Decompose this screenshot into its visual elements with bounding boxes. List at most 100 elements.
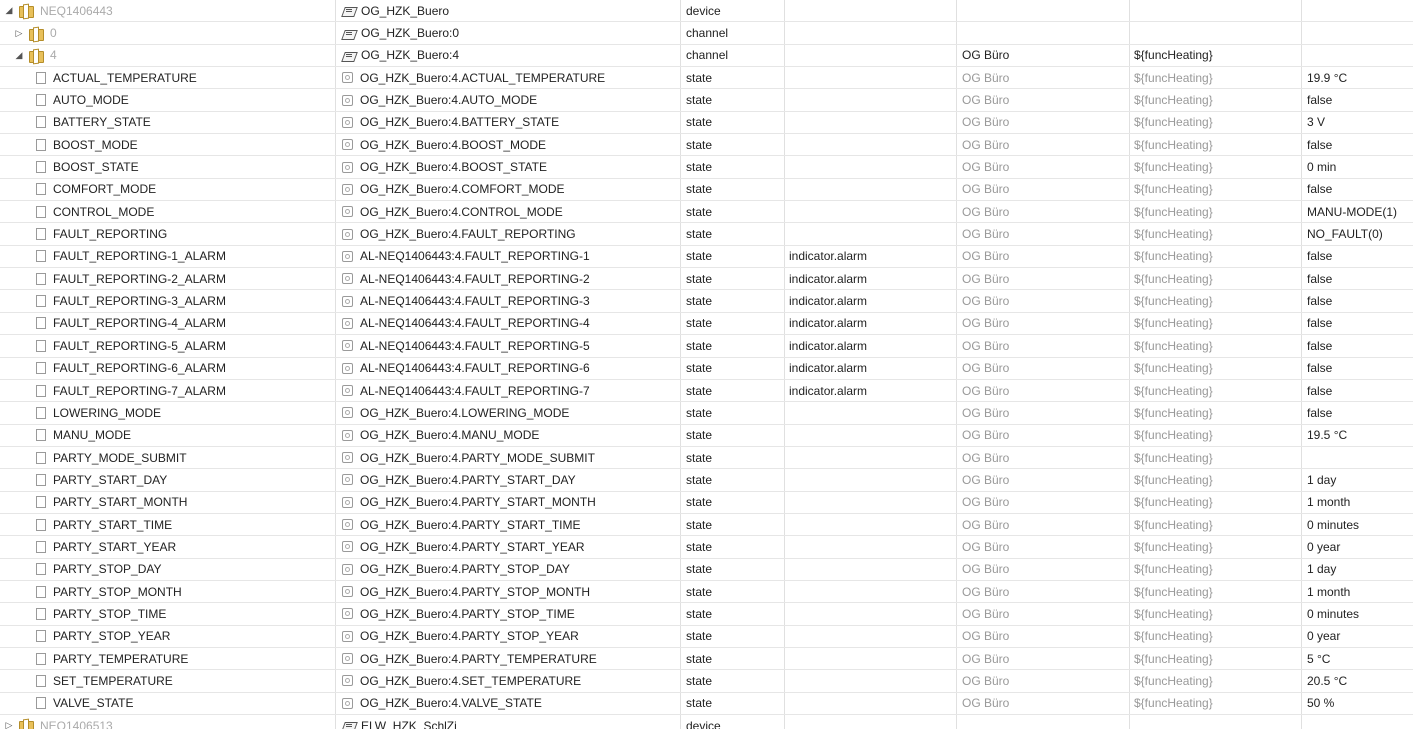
table-row[interactable]: ◢ 4 OG_HZK_Buero:4 channel OG Büro ${funcHeat… — [0, 44, 1413, 68]
room-cell-text: OG Büro — [962, 517, 1010, 532]
table-row[interactable]: FAULT_REPORTING-4_ALARM AL-NEQ1406443:4.F… — [0, 312, 1413, 336]
function-cell-text: ${funcHeating} — [1134, 562, 1213, 577]
table-row[interactable]: FAULT_REPORTING-7_ALARM AL-NEQ1406443:4.F… — [0, 379, 1413, 403]
table-row[interactable]: FAULT_REPORTING-6_ALARM AL-NEQ1406443:4.F… — [0, 357, 1413, 380]
id-cell: OG_HZK_Buero — [336, 0, 681, 22]
room-cell-text: OG Büro — [962, 383, 1010, 398]
type-cell: device — [681, 715, 785, 729]
table-row[interactable]: PARTY_STOP_DAY OG_HZK_Buero:4.PARTY_STOP_… — [0, 558, 1413, 581]
name-cell: ▷ NEQ1406513 — [0, 715, 336, 729]
role-cell — [785, 22, 957, 44]
collapse-icon[interactable]: ◢ — [14, 50, 24, 61]
state-icon — [342, 228, 353, 240]
table-row[interactable]: BATTERY_STATE OG_HZK_Buero:4.BATTERY_STAT… — [0, 111, 1413, 135]
table-row[interactable]: PARTY_START_YEAR OG_HZK_Buero:4.PARTY_STA… — [0, 536, 1413, 559]
object-name: FAULT_REPORTING-6_ALARM — [53, 361, 226, 376]
role-cell — [785, 536, 957, 558]
table-row[interactable]: MANU_MODE OG_HZK_Buero:4.MANU_MODE state OG… — [0, 424, 1413, 447]
role-cell-text: indicator.alarm — [789, 271, 868, 286]
role-cell: indicator.alarm — [785, 245, 957, 268]
name-cell: PARTY_TEMPERATURE — [0, 647, 336, 670]
room-cell: OG Büro — [957, 268, 1130, 290]
table-row[interactable]: PARTY_START_DAY OG_HZK_Buero:4.PARTY_STAR… — [0, 469, 1413, 492]
table-row[interactable]: FAULT_REPORTING-5_ALARM AL-NEQ1406443:4.F… — [0, 335, 1413, 358]
room-cell: OG Büro — [957, 580, 1130, 603]
object-name: FAULT_REPORTING-7_ALARM — [53, 383, 226, 398]
table-row[interactable]: AUTO_MODE OG_HZK_Buero:4.AUTO_MODE state OG… — [0, 89, 1413, 112]
object-id: OG_HZK_Buero:4.SET_TEMPERATURE — [360, 673, 582, 688]
value-cell: 1 day — [1302, 559, 1413, 580]
function-cell-text: ${funcHeating} — [1134, 651, 1213, 666]
id-cell: OG_HZK_Buero:4.PARTY_MODE_SUBMIT — [336, 446, 681, 469]
role-cell — [785, 424, 957, 446]
room-cell-text: OG Büro — [962, 450, 1010, 465]
table-row[interactable]: VALVE_STATE OG_HZK_Buero:4.VALVE_STATE sta… — [0, 692, 1413, 715]
table-row[interactable]: FAULT_REPORTING-3_ALARM AL-NEQ1406443:4.F… — [0, 290, 1413, 313]
table-row[interactable]: PARTY_TEMPERATURE OG_HZK_Buero:4.PARTY_TE… — [0, 647, 1413, 671]
value-cell-text: 3 V — [1307, 115, 1326, 130]
table-row[interactable]: ◢ NEQ1406443 OG_HZK_Buero device — [0, 0, 1413, 23]
file-icon — [36, 674, 46, 687]
value-cell-text: 0 year — [1307, 539, 1341, 554]
object-name: PARTY_MODE_SUBMIT — [53, 450, 187, 465]
role-cell — [785, 513, 957, 536]
table-row[interactable]: FAULT_REPORTING-2_ALARM AL-NEQ1406443:4.F… — [0, 268, 1413, 291]
type-cell: state — [681, 446, 785, 469]
file-icon — [36, 183, 46, 196]
state-icon — [342, 519, 353, 531]
table-row[interactable]: PARTY_STOP_YEAR OG_HZK_Buero:4.PARTY_STOP… — [0, 625, 1413, 648]
type-cell: state — [681, 513, 785, 536]
value-cell-text: false — [1307, 338, 1333, 353]
table-row[interactable]: BOOST_STATE OG_HZK_Buero:4.BOOST_STATE sta… — [0, 156, 1413, 179]
role-cell-text: indicator.alarm — [789, 383, 868, 398]
id-cell: OG_HZK_Buero:4.BOOST_MODE — [336, 134, 681, 156]
object-name: MANU_MODE — [53, 428, 132, 443]
value-cell-text: 1 day — [1307, 562, 1337, 577]
id-cell: OG_HZK_Buero:4.PARTY_STOP_DAY — [336, 558, 681, 580]
value-cell-text: 1 month — [1307, 584, 1351, 599]
expand-icon[interactable]: ▷ — [14, 28, 24, 39]
table-row[interactable]: CONTROL_MODE OG_HZK_Buero:4.CONTROL_MODE s… — [0, 201, 1413, 224]
name-cell: VALVE_STATE — [0, 692, 336, 714]
value-cell-text: false — [1307, 249, 1333, 264]
table-row[interactable]: ▷ NEQ1406513 ELW_HZK_SchlZi device — [0, 715, 1413, 729]
object-id: OG_HZK_Buero:4.PARTY_START_TIME — [360, 517, 581, 532]
room-cell — [957, 715, 1130, 729]
table-row[interactable]: ACTUAL_TEMPERATURE OG_HZK_Buero:4.ACTUAL_… — [0, 67, 1413, 90]
name-cell: PARTY_MODE_SUBMIT — [0, 446, 336, 469]
table-row[interactable]: PARTY_START_TIME OG_HZK_Buero:4.PARTY_STA… — [0, 513, 1413, 537]
value-cell: MANU-MODE(1) — [1302, 201, 1413, 222]
table-row[interactable]: COMFORT_MODE OG_HZK_Buero:4.COMFORT_MODE s… — [0, 178, 1413, 202]
table-row[interactable]: FAULT_REPORTING-1_ALARM AL-NEQ1406443:4.F… — [0, 245, 1413, 269]
name-cell: SET_TEMPERATURE — [0, 670, 336, 692]
room-cell-text: OG Büro — [962, 137, 1010, 152]
type-cell: channel — [681, 44, 785, 67]
state-icon — [342, 273, 353, 285]
table-row[interactable]: PARTY_MODE_SUBMIT OG_HZK_Buero:4.PARTY_MO… — [0, 446, 1413, 470]
table-row[interactable]: FAULT_REPORTING OG_HZK_Buero:4.FAULT_REPO… — [0, 223, 1413, 246]
table-row[interactable]: SET_TEMPERATURE OG_HZK_Buero:4.SET_TEMPER… — [0, 670, 1413, 693]
table-row[interactable]: PARTY_START_MONTH OG_HZK_Buero:4.PARTY_ST… — [0, 491, 1413, 514]
type-cell: state — [681, 692, 785, 714]
type-cell-text: state — [686, 673, 713, 688]
table-row[interactable]: PARTY_STOP_TIME OG_HZK_Buero:4.PARTY_STOP… — [0, 603, 1413, 626]
collapse-icon[interactable]: ◢ — [4, 5, 14, 16]
table-row[interactable]: BOOST_MODE OG_HZK_Buero:4.BOOST_MODE state… — [0, 134, 1413, 157]
table-row[interactable]: ▷ 0 OG_HZK_Buero:0 channel — [0, 22, 1413, 45]
file-icon — [36, 250, 46, 263]
id-cell: OG_HZK_Buero:4.BATTERY_STATE — [336, 111, 681, 134]
function-cell: ${funcHeating} — [1130, 134, 1302, 156]
state-icon — [342, 206, 353, 218]
table-row[interactable]: LOWERING_MODE OG_HZK_Buero:4.LOWERING_MOD… — [0, 402, 1413, 425]
expand-icon[interactable]: ▷ — [4, 720, 14, 729]
role-cell-text: indicator.alarm — [789, 294, 868, 309]
id-cell: OG_HZK_Buero:4.PARTY_STOP_MONTH — [336, 580, 681, 603]
role-cell — [785, 647, 957, 670]
room-cell-text: OG Büro — [962, 227, 1010, 242]
table-row[interactable]: PARTY_STOP_MONTH OG_HZK_Buero:4.PARTY_STO… — [0, 580, 1413, 604]
type-cell-text: state — [686, 137, 713, 152]
room-cell-text: OG Büro — [962, 70, 1010, 85]
role-cell-text: indicator.alarm — [789, 338, 868, 353]
type-cell: state — [681, 245, 785, 268]
object-name: PARTY_STOP_DAY — [53, 562, 162, 577]
